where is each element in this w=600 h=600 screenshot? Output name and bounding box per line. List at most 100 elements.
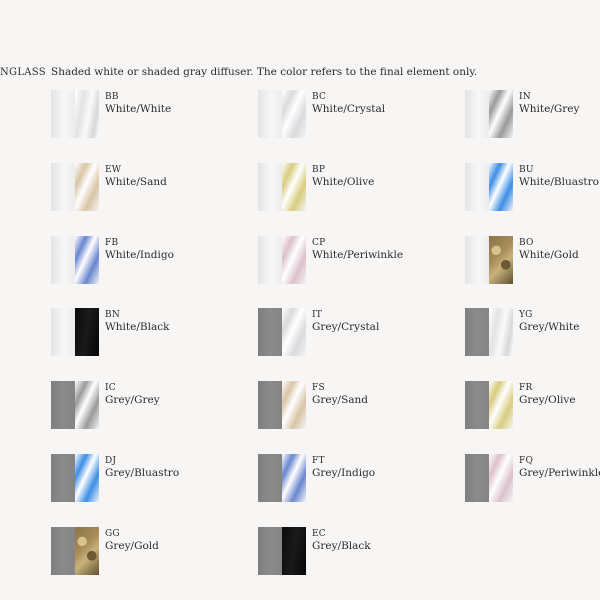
swatch-thumbnail [51, 308, 99, 356]
finish-color [282, 308, 306, 356]
swatch-item-bb[interactable]: BB White/White [51, 90, 231, 138]
swatch-code: FT [312, 456, 325, 466]
swatch-thumbnail [465, 90, 513, 138]
finish-color [75, 527, 99, 575]
finish-color [282, 236, 306, 284]
finish-color [282, 454, 306, 502]
swatch-code: BB [105, 92, 119, 102]
swatch-item-ft[interactable]: FT Grey/Indigo [258, 454, 438, 502]
swatch-code: DJ [105, 456, 117, 466]
swatch-name: Grey/Indigo [312, 467, 376, 479]
swatch-item-bp[interactable]: BP White/Olive [258, 163, 438, 211]
swatch-item-ec[interactable]: EC Grey/Black [258, 527, 438, 575]
swatch-thumbnail [51, 454, 99, 502]
swatch-name: Grey/Periwinkle [519, 467, 600, 479]
swatch-thumbnail [465, 236, 513, 284]
diffuser-color [258, 308, 282, 356]
swatch-thumbnail [258, 308, 306, 356]
swatch-name: Grey/Olive [519, 394, 576, 406]
section-label: NGLASS [0, 67, 46, 78]
swatch-item-ic[interactable]: IC Grey/Grey [51, 381, 231, 429]
swatch-thumbnail [258, 454, 306, 502]
swatch-item-dj[interactable]: DJ Grey/Bluastro [51, 454, 231, 502]
swatch-thumbnail [51, 163, 99, 211]
swatch-item-ew[interactable]: EW White/Sand [51, 163, 231, 211]
finish-color [75, 308, 99, 356]
diffuser-color [258, 163, 282, 211]
swatch-name: White/Grey [519, 103, 580, 115]
diffuser-color [465, 308, 489, 356]
swatch-thumbnail [258, 90, 306, 138]
finish-color [489, 163, 513, 211]
swatch-item-fs[interactable]: FS Grey/Sand [258, 381, 438, 429]
swatch-thumbnail [258, 163, 306, 211]
finish-color [489, 454, 513, 502]
swatch-item-yg[interactable]: YG Grey/White [465, 308, 600, 356]
finish-color [282, 163, 306, 211]
swatch-name: White/Periwinkle [312, 249, 404, 261]
diffuser-color [258, 527, 282, 575]
swatch-thumbnail [258, 381, 306, 429]
swatch-name: White/Indigo [105, 249, 174, 261]
swatch-code: GG [105, 529, 120, 539]
swatch-name: Grey/Sand [312, 394, 369, 406]
finish-color [282, 527, 306, 575]
swatch-thumbnail [258, 236, 306, 284]
swatch-code: EW [105, 165, 122, 175]
diffuser-color [258, 381, 282, 429]
swatch-code: BP [312, 165, 326, 175]
swatch-name: Grey/White [519, 321, 580, 333]
section-description: Shaded white or shaded gray diffuser. Th… [51, 66, 478, 78]
swatch-code: FR [519, 383, 533, 393]
finish-color [489, 308, 513, 356]
swatch-code: EC [312, 529, 326, 539]
finish-color [489, 236, 513, 284]
swatch-name: Grey/Crystal [312, 321, 380, 333]
diffuser-color [258, 454, 282, 502]
finish-color [75, 236, 99, 284]
swatch-item-bn[interactable]: BN White/Black [51, 308, 231, 356]
diffuser-color [51, 308, 75, 356]
diffuser-color [51, 527, 75, 575]
swatch-item-gg[interactable]: GG Grey/Gold [51, 527, 231, 575]
swatch-thumbnail [51, 236, 99, 284]
swatch-item-bu[interactable]: BU White/Bluastro [465, 163, 600, 211]
swatch-thumbnail [51, 381, 99, 429]
finish-color [75, 90, 99, 138]
finish-color [489, 381, 513, 429]
diffuser-color [51, 381, 75, 429]
swatch-name: White/Crystal [312, 103, 386, 115]
swatch-item-bc[interactable]: BC White/Crystal [258, 90, 438, 138]
swatch-name: White/Sand [105, 176, 167, 188]
swatch-code: YG [519, 310, 533, 320]
swatch-thumbnail [51, 527, 99, 575]
diffuser-color [258, 90, 282, 138]
swatch-code: BU [519, 165, 534, 175]
finish-color [489, 90, 513, 138]
swatch-thumbnail [51, 90, 99, 138]
swatch-item-in[interactable]: IN White/Grey [465, 90, 600, 138]
swatch-thumbnail [465, 454, 513, 502]
swatch-name: White/White [105, 103, 172, 115]
diffuser-color [258, 236, 282, 284]
finish-color [75, 454, 99, 502]
swatch-name: White/Black [105, 321, 170, 333]
swatch-item-fb[interactable]: FB White/Indigo [51, 236, 231, 284]
swatch-code: FB [105, 238, 119, 248]
diffuser-color [465, 90, 489, 138]
swatch-item-it[interactable]: IT Grey/Crystal [258, 308, 438, 356]
swatch-name: White/Bluastro [519, 176, 599, 188]
swatch-thumbnail [465, 163, 513, 211]
swatch-code: BC [312, 92, 327, 102]
swatch-code: IC [105, 383, 116, 393]
swatch-item-fr[interactable]: FR Grey/Olive [465, 381, 600, 429]
diffuser-color [51, 90, 75, 138]
swatch-code: FS [312, 383, 325, 393]
swatch-item-cp[interactable]: CP White/Periwinkle [258, 236, 438, 284]
swatch-name: Grey/Grey [105, 394, 160, 406]
swatch-item-bo[interactable]: BO White/Gold [465, 236, 600, 284]
diffuser-color [51, 236, 75, 284]
swatch-name: Grey/Gold [105, 540, 159, 552]
diffuser-color [51, 163, 75, 211]
swatch-item-fq[interactable]: FQ Grey/Periwinkle [465, 454, 600, 502]
